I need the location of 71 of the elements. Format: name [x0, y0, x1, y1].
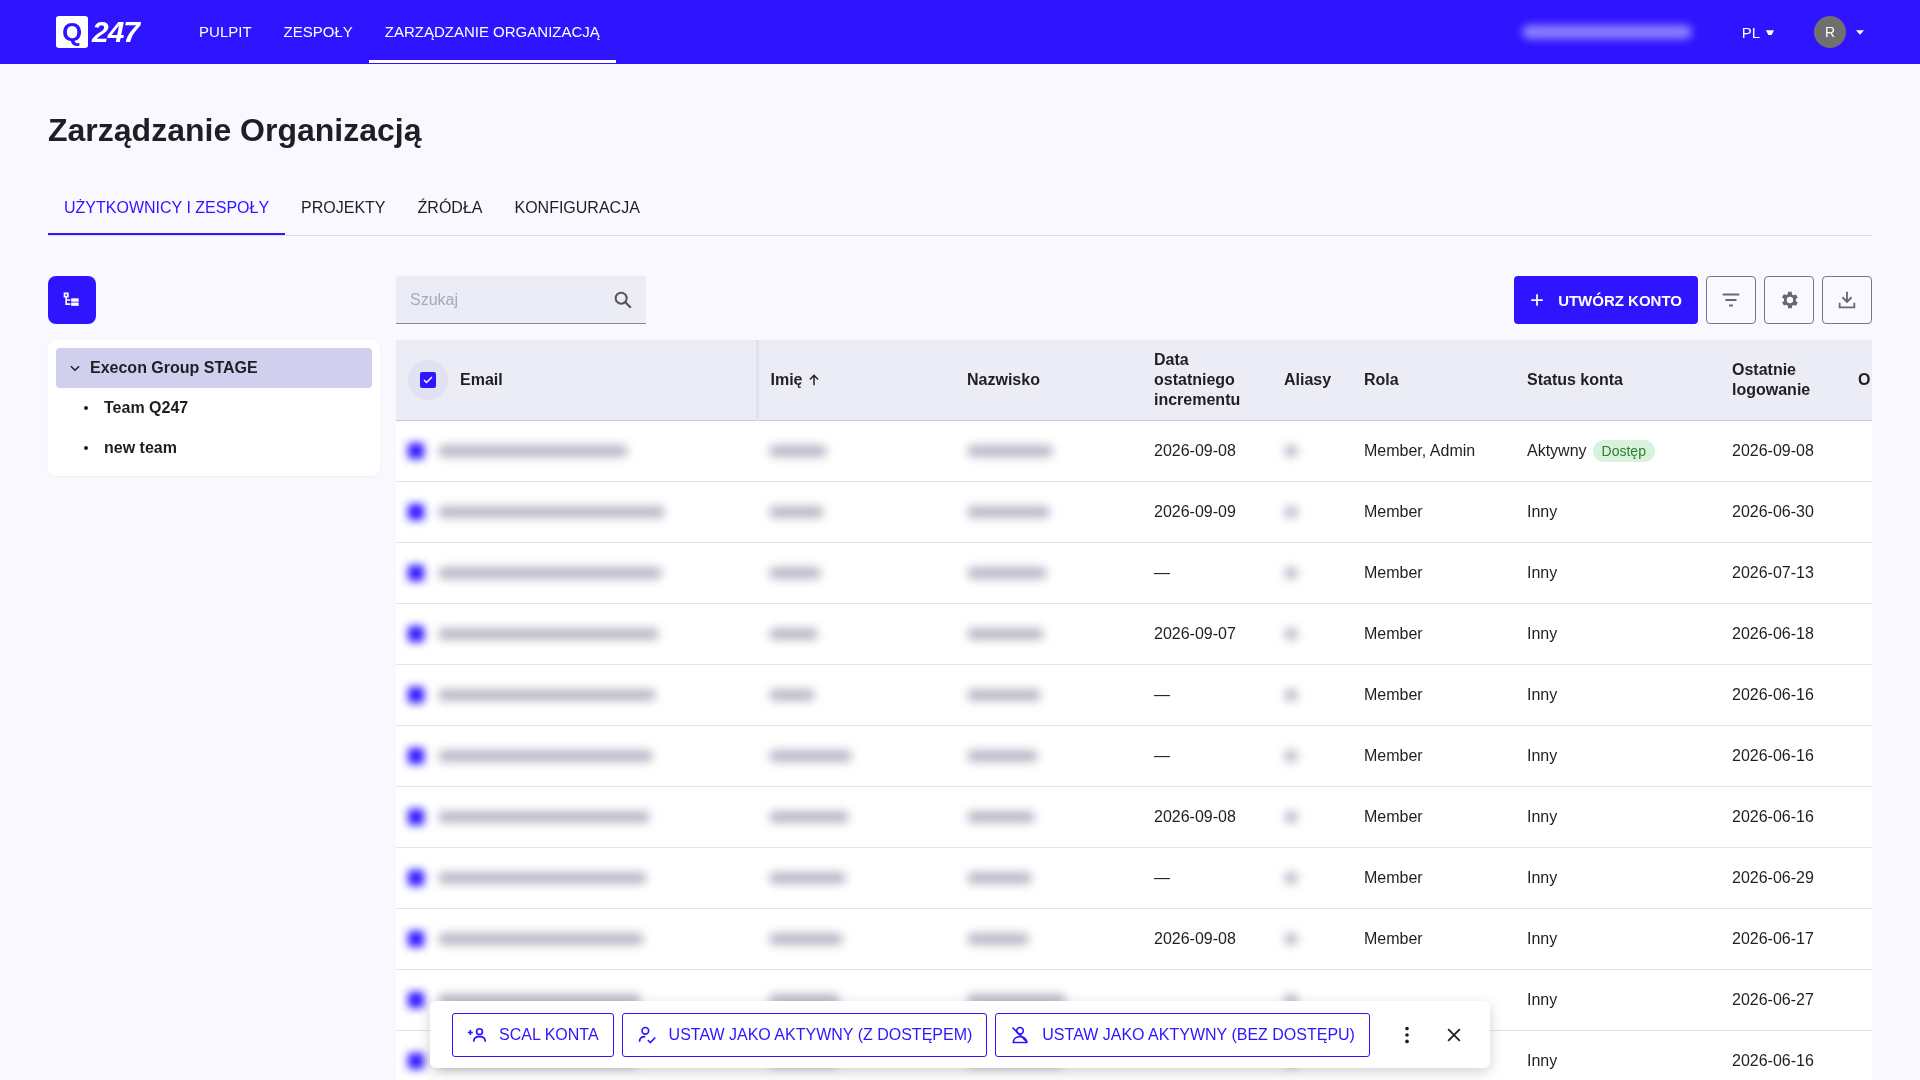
column-header[interactable]: Email [460, 369, 503, 390]
tree-item[interactable]: Execon Group STAGE [56, 348, 372, 388]
status-text: Inny [1527, 746, 1558, 765]
table-cell: 2026-06-27 [1732, 990, 1814, 1008]
status-text: Inny [1527, 685, 1558, 704]
tree-item[interactable]: new team [56, 428, 372, 468]
avatar[interactable]: R [1814, 16, 1846, 48]
nav-link[interactable]: ZARZĄDZANIE ORGANIZACJĄ [368, 1, 616, 63]
table-cell: 2026-06-29 [1732, 868, 1814, 886]
column-header[interactable]: Status konta [1527, 369, 1623, 390]
tree-label: Execon Group STAGE [90, 359, 258, 377]
table-cell: 2026-06-18 [1732, 624, 1814, 642]
tree-label: Team Q247 [104, 399, 189, 417]
table-cell: — [1154, 563, 1170, 581]
status-text: Inny [1527, 1051, 1558, 1070]
logo-mark[interactable]: Q [56, 16, 88, 48]
table-cell: 2026-09-09 [1154, 502, 1236, 520]
table-cell: 2026-07-13 [1732, 563, 1814, 581]
status-text: Inny [1527, 624, 1558, 643]
table-cell: 2026-09-08 [1154, 929, 1236, 947]
nav-link[interactable]: ZESPOŁY [267, 1, 369, 63]
table-cell: Member [1364, 746, 1423, 764]
table-cell: 2026-09-08 [1154, 441, 1236, 459]
bulk-action-button[interactable]: SCAL KONTA [452, 1012, 614, 1057]
table-cell: Member [1364, 563, 1423, 581]
table-cell: Member [1364, 624, 1423, 642]
table-cell: 2026-06-30 [1732, 502, 1814, 520]
table-cell: Member, Admin [1364, 441, 1476, 459]
status-text: Inny [1527, 990, 1558, 1009]
table-cell: — [1154, 868, 1170, 886]
search-field[interactable]: Szukaj [396, 276, 646, 324]
tab[interactable]: KONFIGURACJA [498, 185, 656, 235]
page-title: Zarządzanie Organizacją [48, 112, 423, 149]
tree-item[interactable]: Team Q247 [56, 388, 372, 428]
create-account-button[interactable]: UTWÓRZ KONTO [1514, 276, 1698, 324]
table-cell: 2026-09-08 [1154, 807, 1236, 825]
column-header[interactable]: Imię [770, 369, 803, 390]
status-badge: Dostęp [1592, 439, 1655, 462]
column-header[interactable]: Rola [1364, 369, 1399, 390]
tree-label: new team [104, 439, 177, 457]
tab[interactable]: ŹRÓDŁA [401, 185, 499, 235]
tab[interactable]: UŻYTKOWNICY I ZESPOŁY [48, 185, 286, 235]
table-cell: — [1154, 746, 1170, 764]
logo-text[interactable]: 247 [92, 15, 140, 49]
table-cell: Member [1364, 868, 1423, 886]
table-cell: 2026-06-16 [1732, 1051, 1814, 1069]
language-label: PL [1741, 23, 1760, 41]
table-cell: Member [1364, 685, 1423, 703]
table-cell: 2026-09-07 [1154, 624, 1236, 642]
bulk-action-button[interactable]: USTAW JAKO AKTYWNY (BEZ DOSTĘPU) [995, 1012, 1370, 1057]
status-text: Inny [1527, 868, 1558, 887]
language-menu[interactable]: PL [1741, 23, 1774, 41]
nav-link[interactable]: PULPIT [183, 1, 268, 63]
table-cell: 2026-06-16 [1732, 807, 1814, 825]
table-cell: 2026-09-08 [1732, 441, 1814, 459]
status-text: Inny [1527, 563, 1558, 582]
table-cell: — [1154, 685, 1170, 703]
table-cell: Member [1364, 807, 1423, 825]
table-cell: Member [1364, 929, 1423, 947]
status-text: Aktywny [1527, 441, 1587, 460]
table-cell: 2026-06-17 [1732, 929, 1814, 947]
tab[interactable]: PROJEKTY [285, 185, 402, 235]
column-header[interactable]: Nazwisko [967, 369, 1040, 390]
column-header[interactable]: Aliasy [1284, 369, 1332, 390]
table-cell: 2026-06-16 [1732, 685, 1814, 703]
status-text: Inny [1527, 502, 1558, 521]
bulk-action-button[interactable]: USTAW JAKO AKTYWNY (Z DOSTĘPEM) [621, 1012, 988, 1057]
table-cell: 2026-06-16 [1732, 746, 1814, 764]
status-text: Inny [1527, 929, 1558, 948]
status-text: Inny [1527, 807, 1558, 826]
table-cell: Member [1364, 502, 1423, 520]
